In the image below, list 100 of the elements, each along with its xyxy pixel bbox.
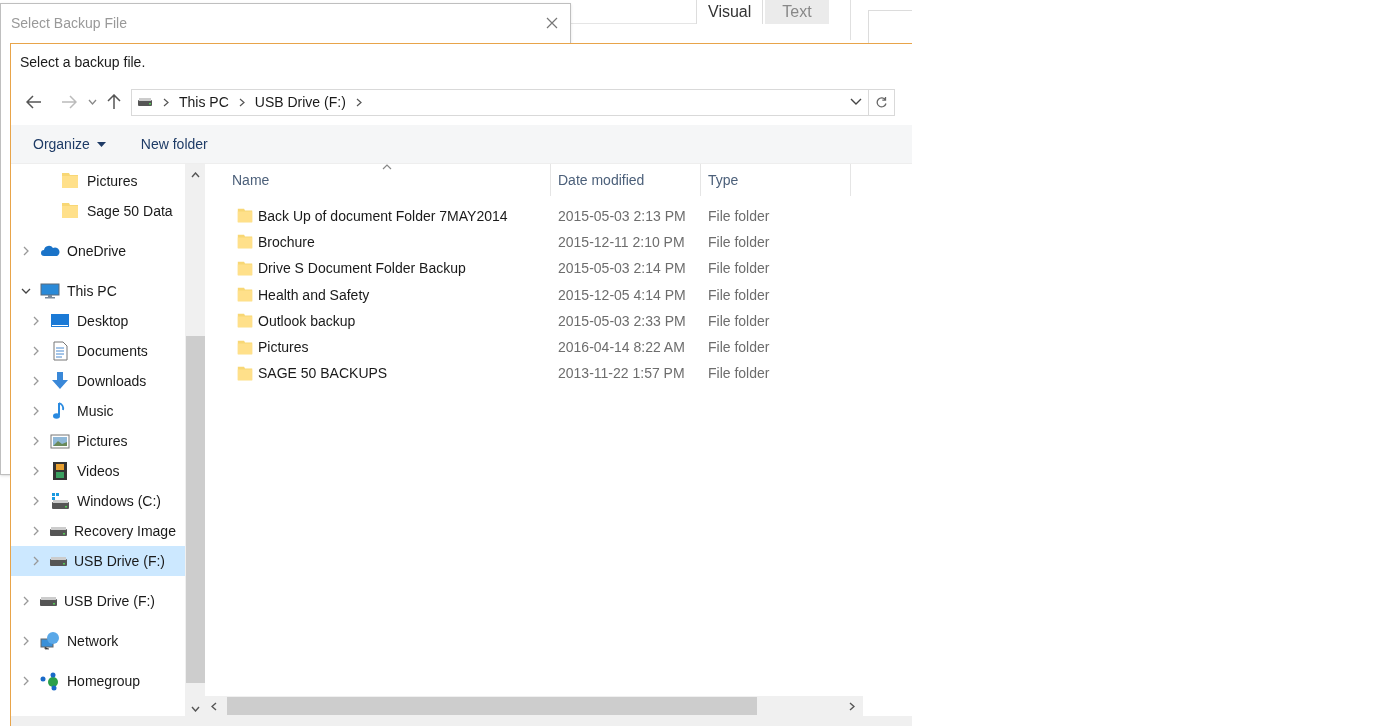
vertical-scrollbar[interactable] <box>185 164 205 716</box>
nav-item[interactable]: Recovery Image <box>11 516 185 546</box>
file-row[interactable]: Outlook backup 2015-05-03 2:33 PM File folder <box>205 308 863 335</box>
chevron-right-icon[interactable] <box>31 406 41 416</box>
forward-arrow-icon[interactable] <box>61 95 77 109</box>
refresh-icon <box>875 95 888 109</box>
address-bar[interactable]: This PC USB Drive (F:) <box>131 88 869 116</box>
dialog-prompt: Select a backup file. <box>20 52 146 72</box>
file-name: Outlook backup <box>258 311 356 331</box>
chevron-down-icon[interactable] <box>21 286 31 296</box>
date-cell-text: 2015-05-03 2:13 PM <box>557 206 687 226</box>
folder-icon <box>60 171 80 191</box>
sort-caret-icon <box>382 164 392 170</box>
nav-item[interactable]: Windows (C:) <box>11 486 185 516</box>
chevron-right-icon[interactable] <box>31 496 41 506</box>
date-cell-text: 2015-12-11 2:10 PM <box>557 232 686 252</box>
editor-tab[interactable]: Visual <box>696 0 764 24</box>
scroll-left-icon[interactable] <box>211 701 217 711</box>
type-cell-text: File folder <box>707 311 770 331</box>
organize-button[interactable]: Organize <box>24 129 115 159</box>
back-arrow-icon[interactable] <box>26 95 42 109</box>
horizontal-scrollbar[interactable] <box>205 696 863 716</box>
chevron-right-icon[interactable] <box>21 246 31 256</box>
folder-icon <box>236 338 254 357</box>
chevron-right-icon[interactable] <box>21 636 31 646</box>
new-folder-button[interactable]: New folder <box>131 129 217 159</box>
caret-icon <box>96 141 106 147</box>
file-row[interactable]: Brochure 2015-12-11 2:10 PM File folder <box>205 229 863 256</box>
nav-item[interactable]: USB Drive (F:) <box>11 586 185 616</box>
nav-item[interactable]: Pictures <box>11 426 185 456</box>
chevron-right-icon[interactable] <box>31 316 41 326</box>
nav-item[interactable]: Pictures <box>11 166 185 196</box>
drive-icon <box>50 556 67 566</box>
date-cell-text: 2015-12-05 4:14 PM <box>557 285 687 305</box>
nav-item[interactable]: Sage 50 Data <box>11 196 185 226</box>
drive-icon <box>137 97 153 107</box>
picture-icon <box>50 431 70 451</box>
chevron-icon[interactable] <box>163 97 169 107</box>
film-strip-icon <box>50 461 70 481</box>
refresh-button[interactable] <box>869 88 895 116</box>
date-cell-text: 2015-05-03 2:14 PM <box>557 259 687 279</box>
breadcrumb-link[interactable]: This PC <box>179 91 229 113</box>
scrollbar-thumb[interactable] <box>185 336 205 683</box>
dropdown-caret-icon[interactable] <box>850 98 862 106</box>
chevron-right-icon[interactable] <box>31 466 41 476</box>
file-name: Drive S Document Folder Backup <box>258 259 466 279</box>
date-cell-text: 2013-11-22 1:57 PM <box>557 364 686 384</box>
date-cell-text: 2016-04-14 8:22 AM <box>557 338 686 358</box>
file-name: Brochure <box>258 232 315 252</box>
chevron-right-icon[interactable] <box>31 526 41 536</box>
close-icon[interactable] <box>546 17 558 29</box>
scroll-down-icon[interactable] <box>190 706 200 712</box>
nav-item[interactable]: USB Drive (F:) <box>11 546 185 576</box>
monitor-icon <box>40 281 60 301</box>
nav-item[interactable]: Homegroup <box>11 666 185 696</box>
file-row[interactable]: Pictures 2016-04-14 8:22 AM File folder <box>205 334 863 361</box>
column-header[interactable]: Name <box>205 164 551 196</box>
file-row[interactable]: Back Up of document Folder 7MAY2014 2015-05-03 2:13 PM File folder <box>205 203 863 230</box>
up-arrow-icon[interactable] <box>107 94 121 110</box>
file-row[interactable]: SAGE 50 BACKUPS 2013-11-22 1:57 PM File folder <box>205 360 863 388</box>
window-title: Select Backup File <box>11 13 127 33</box>
folder-icon <box>236 259 254 278</box>
type-cell-text: File folder <box>707 338 770 358</box>
chevron-right-icon[interactable] <box>31 346 41 356</box>
type-cell-text: File folder <box>707 259 770 279</box>
chevron-right-icon[interactable] <box>21 676 31 686</box>
scroll-right-icon[interactable] <box>849 701 855 711</box>
file-name: Health and Safety <box>258 285 370 305</box>
chevron-right-icon[interactable] <box>31 436 41 446</box>
nav-item[interactable]: Documents <box>11 336 185 366</box>
nav-item[interactable]: Videos <box>11 456 185 486</box>
chevron-icon[interactable] <box>238 97 245 107</box>
homegroup-icon <box>40 671 60 691</box>
network-icon <box>40 631 60 651</box>
scrollbar-thumb[interactable] <box>227 697 757 715</box>
nav-item[interactable]: Music <box>11 396 185 426</box>
type-cell-text: File folder <box>707 232 770 252</box>
nav-item[interactable]: Downloads <box>11 366 185 396</box>
column-header[interactable]: Date modified <box>551 164 701 196</box>
breadcrumb-link[interactable]: USB Drive (F:) <box>254 91 346 113</box>
chevron-icon[interactable] <box>355 97 362 107</box>
nav-item[interactable]: OneDrive <box>11 236 185 266</box>
type-cell-text: File folder <box>707 206 770 226</box>
drive-icon <box>50 491 70 511</box>
chevron-right-icon[interactable] <box>21 596 31 606</box>
chevron-right-icon[interactable] <box>31 556 41 566</box>
scroll-up-icon[interactable] <box>190 172 200 178</box>
file-row[interactable]: Drive S Document Folder Backup 2015-05-03 2:14 PM File folder <box>205 255 863 282</box>
down-arrow-icon <box>50 371 70 391</box>
folder-icon <box>60 201 80 221</box>
type-cell-text: File folder <box>707 285 770 305</box>
chevron-right-icon[interactable] <box>31 376 41 386</box>
nav-item[interactable]: This PC <box>11 276 185 306</box>
column-header[interactable]: Type <box>701 164 851 196</box>
file-name: SAGE 50 BACKUPS <box>258 364 388 384</box>
document-icon <box>50 341 70 361</box>
nav-item[interactable]: Network <box>11 626 185 656</box>
drive-icon <box>50 526 67 536</box>
file-row[interactable]: Health and Safety 2015-12-05 4:14 PM File folder <box>205 281 863 309</box>
nav-item[interactable]: Desktop <box>11 306 185 336</box>
